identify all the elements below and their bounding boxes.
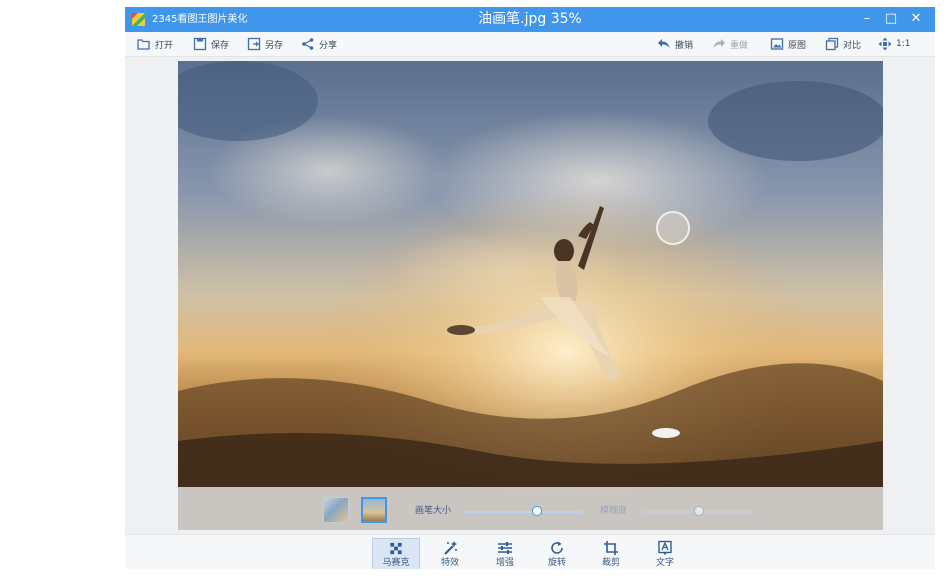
image-icon: [770, 38, 784, 50]
brush-size-label: 画笔大小: [415, 506, 452, 516]
brush-style-option-2[interactable]: [361, 497, 387, 523]
share-button[interactable]: 分享: [301, 35, 337, 53]
tool-label: 马赛克: [382, 558, 410, 568]
redo-label: 重做: [730, 40, 749, 51]
tool-enhance[interactable]: 增强: [481, 538, 529, 569]
tool-effects[interactable]: 特效: [426, 538, 474, 569]
bottom-toolbar: 马赛克 特效 增强 旋转 裁剪 文字: [125, 534, 935, 569]
save-as-label: 另存: [265, 40, 284, 51]
magic-wand-icon: [444, 541, 457, 555]
open-label: 打开: [155, 40, 174, 51]
save-button[interactable]: 保存: [193, 35, 229, 53]
brush-size-knob[interactable]: [532, 506, 543, 516]
redo-icon: [713, 39, 725, 49]
actual-size-label: 1:1: [896, 39, 911, 49]
compare-button[interactable]: 对比: [825, 35, 861, 53]
compare-label: 对比: [843, 40, 862, 51]
sliders-icon: [498, 542, 512, 554]
text-icon: [658, 540, 672, 555]
minimize-button[interactable]: –: [856, 9, 878, 29]
open-button[interactable]: 打开: [137, 35, 173, 53]
maximize-button[interactable]: □: [880, 9, 902, 29]
brush-cursor: [656, 211, 690, 245]
blur-knob[interactable]: [693, 506, 704, 516]
tool-label: 特效: [440, 558, 459, 568]
undo-icon: [658, 39, 670, 49]
tool-label: 文字: [655, 558, 674, 568]
top-toolbar: 打开 保存 另存 分享 撤销 重做 原图 对比 1:1: [125, 32, 935, 57]
brush-size-slider[interactable]: [466, 511, 581, 513]
tool-label: 旋转: [547, 558, 566, 568]
original-label: 原图: [788, 40, 807, 51]
tool-mosaic[interactable]: 马赛克: [372, 538, 420, 569]
crop-icon: [604, 541, 618, 555]
brush-style-option-1[interactable]: [323, 497, 349, 523]
share-label: 分享: [319, 40, 338, 51]
tool-crop[interactable]: 裁剪: [587, 538, 635, 569]
original-image-button[interactable]: 原图: [770, 35, 806, 53]
mosaic-icon: [390, 542, 402, 555]
tool-text[interactable]: 文字: [641, 538, 689, 569]
save-as-button[interactable]: 另存: [247, 35, 283, 53]
tool-label: 裁剪: [601, 558, 620, 568]
app-window: 2345看图王图片美化 油画笔.jpg 35% – □ ✕ 打开 保存 另存 分…: [125, 7, 935, 569]
undo-button[interactable]: 撤销: [657, 35, 693, 53]
undo-label: 撤销: [675, 40, 694, 51]
move-arrows-icon: [878, 37, 892, 51]
redo-button[interactable]: 重做: [712, 35, 748, 53]
image-canvas[interactable]: 画笔大小 模糊度: [178, 61, 883, 530]
folder-open-icon: [137, 39, 150, 50]
rotate-icon: [551, 541, 563, 554]
save-icon: [193, 37, 207, 51]
compare-icon: [825, 37, 839, 51]
blur-label: 模糊度: [600, 506, 628, 516]
document-title: 油画笔.jpg 35%: [478, 11, 582, 27]
tool-label: 增强: [495, 558, 514, 568]
title-bar: 2345看图王图片美化 油画笔.jpg 35% – □ ✕: [125, 7, 935, 32]
share-icon: [302, 38, 314, 50]
actual-size-button[interactable]: 1:1: [878, 35, 910, 53]
save-as-icon: [247, 37, 261, 51]
save-label: 保存: [211, 40, 230, 51]
brush-settings-panel: 画笔大小 模糊度: [178, 487, 883, 530]
tool-rotate[interactable]: 旋转: [533, 538, 581, 569]
oil-painting-photo: [178, 61, 883, 530]
close-button[interactable]: ✕: [905, 9, 927, 29]
